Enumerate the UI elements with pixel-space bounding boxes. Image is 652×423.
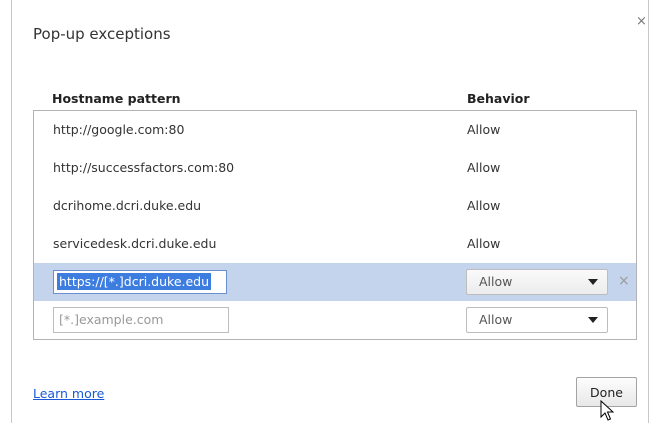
exception-hostname: http://google.com:80 <box>53 122 185 137</box>
exception-row[interactable]: servicedesk.dcri.duke.edu Allow <box>34 225 636 263</box>
hostname-column-header: Hostname pattern <box>52 91 181 106</box>
editing-exception-row[interactable]: https://[*.]dcri.duke.edu Allow × <box>34 263 636 301</box>
exception-behavior: Allow <box>467 160 501 175</box>
learn-more-link[interactable]: Learn more <box>33 386 104 401</box>
new-behavior-select-value: Allow <box>479 312 513 327</box>
new-exception-row[interactable]: [*.]example.com Allow <box>34 301 636 339</box>
exception-hostname: dcrihome.dcri.duke.edu <box>53 198 202 213</box>
close-icon[interactable]: × <box>636 14 647 29</box>
dialog-title: Pop-up exceptions <box>33 25 171 43</box>
exception-row[interactable]: http://successfactors.com:80 Allow <box>34 149 636 187</box>
exceptions-list[interactable]: http://google.com:80 Allow http://succes… <box>33 110 637 340</box>
exception-behavior: Allow <box>467 122 501 137</box>
behavior-select-value: Allow <box>479 274 513 289</box>
exception-behavior: Allow <box>467 198 501 213</box>
hostname-edit-input[interactable]: https://[*.]dcri.duke.edu <box>53 270 227 294</box>
dialog-frame-right <box>648 0 649 423</box>
selected-hostname-text: https://[*.]dcri.duke.edu <box>57 273 212 290</box>
new-behavior-select[interactable]: Allow <box>466 307 608 333</box>
exception-row[interactable]: dcrihome.dcri.duke.edu Allow <box>34 187 636 225</box>
mouse-pointer-icon <box>600 400 614 421</box>
exception-hostname: http://successfactors.com:80 <box>53 160 235 175</box>
exception-hostname: servicedesk.dcri.duke.edu <box>53 236 217 251</box>
exception-row[interactable]: http://google.com:80 Allow <box>34 111 636 149</box>
remove-exception-icon[interactable]: × <box>618 273 630 289</box>
dialog-frame-left <box>11 0 12 423</box>
chevron-down-icon <box>588 317 598 323</box>
chevron-down-icon <box>588 279 598 285</box>
new-hostname-input[interactable]: [*.]example.com <box>53 307 229 333</box>
behavior-select[interactable]: Allow <box>466 269 608 295</box>
exception-behavior: Allow <box>467 236 501 251</box>
behavior-column-header: Behavior <box>467 91 530 106</box>
